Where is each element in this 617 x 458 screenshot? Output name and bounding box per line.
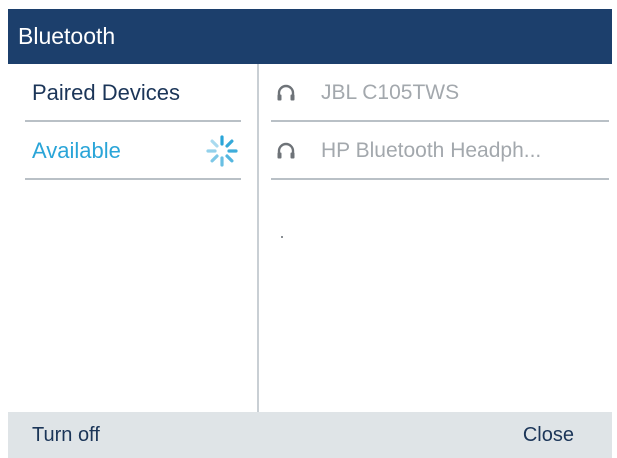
softkey-bar: Turn off Close: [8, 412, 612, 458]
pane-divider: [257, 64, 259, 412]
device-name: JBL C105TWS: [321, 80, 460, 104]
headset-icon: [277, 84, 295, 100]
bluetooth-screen: Bluetooth Paired Devices Available JBL C…: [0, 0, 617, 458]
turn-off-button[interactable]: Turn off: [32, 412, 100, 458]
close-button[interactable]: Close: [523, 412, 574, 458]
sidebar-item-paired-devices[interactable]: Paired Devices: [25, 65, 241, 122]
close-label: Close: [522, 423, 574, 446]
headset-icon: [277, 142, 295, 158]
sidebar-item-label: Available: [32, 137, 121, 163]
spinner-icon: [206, 134, 238, 167]
list-item-device[interactable]: HP Bluetooth Headph...: [271, 123, 609, 180]
device-list: JBL C105TWS HP Bluetooth Headph...: [271, 64, 611, 412]
page-title: Bluetooth: [18, 23, 116, 49]
scroll-indicator-dot: [281, 236, 283, 238]
category-list: Paired Devices Available: [8, 64, 258, 412]
sidebar-item-label: Paired Devices: [32, 79, 180, 105]
turn-off-label: Turn off: [32, 423, 100, 446]
list-item-device[interactable]: JBL C105TWS: [271, 65, 609, 122]
device-name: HP Bluetooth Headph...: [321, 138, 542, 162]
title-bar: Bluetooth: [8, 9, 612, 64]
sidebar-item-available[interactable]: Available: [25, 123, 241, 180]
content-area: Paired Devices Available JBL C105TWS HP …: [8, 64, 612, 412]
